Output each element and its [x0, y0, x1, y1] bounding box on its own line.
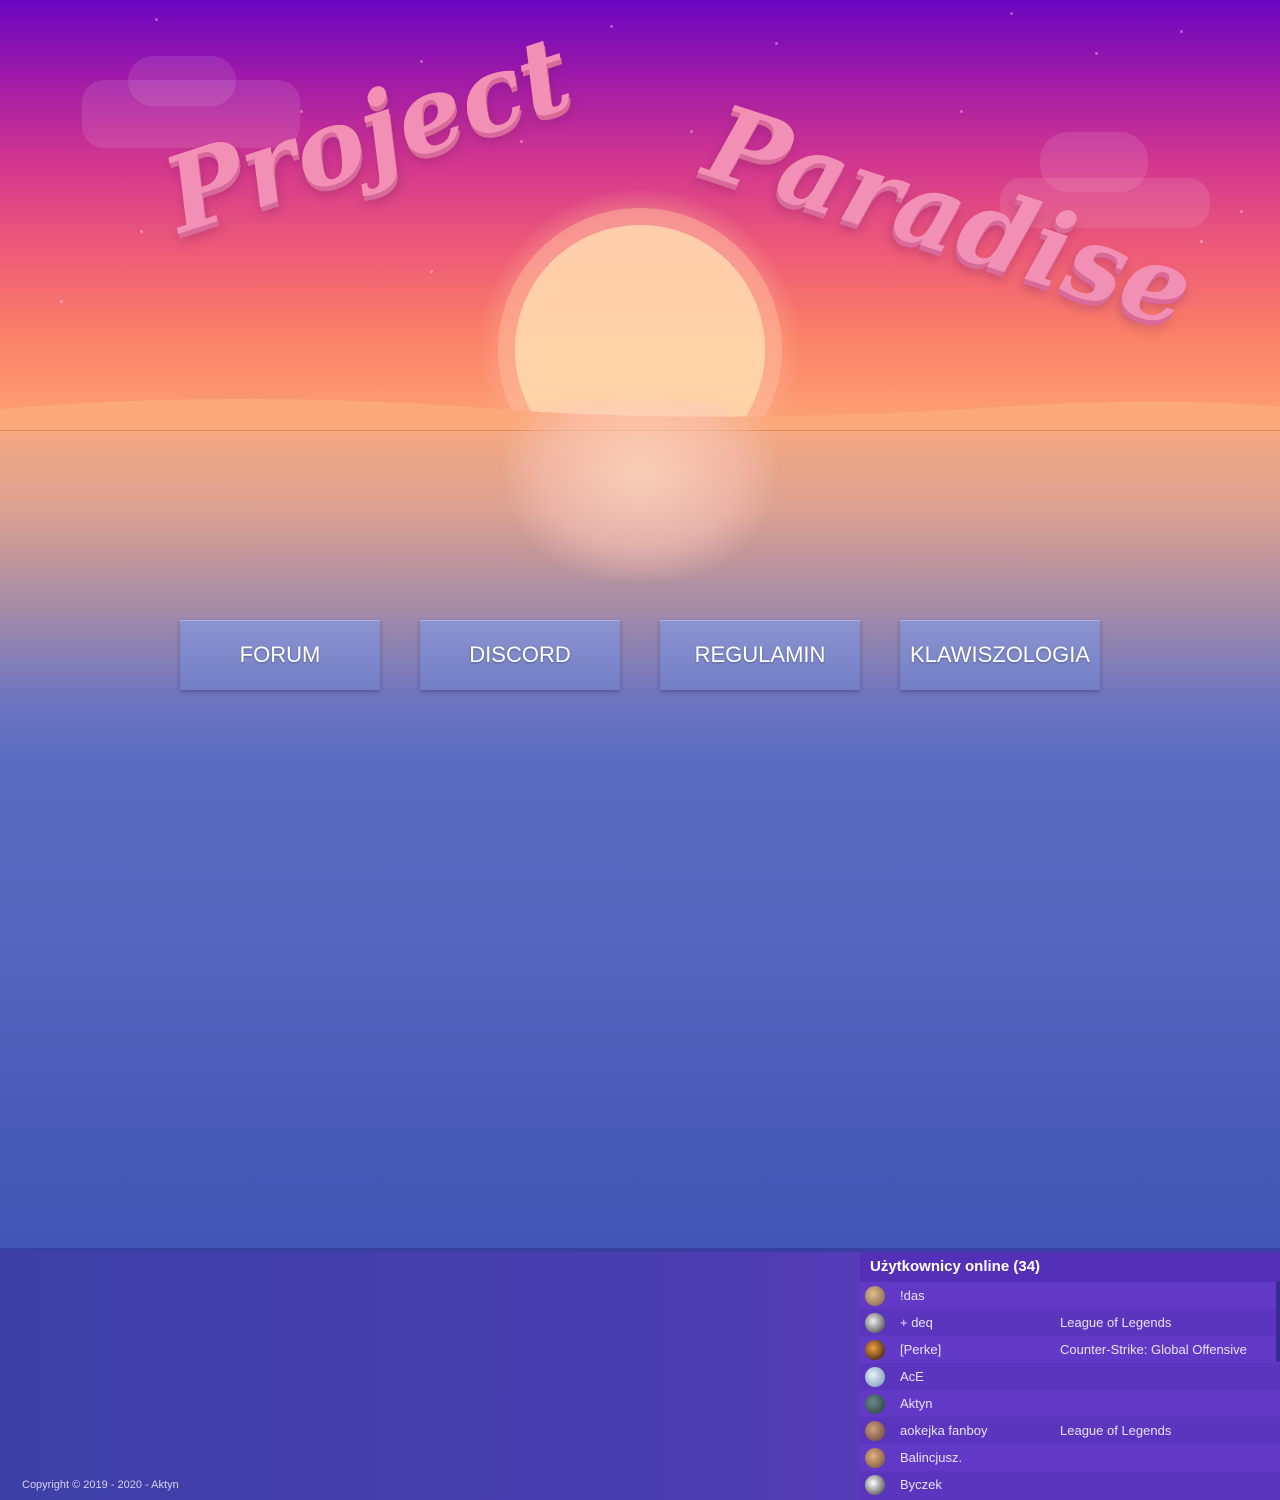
- online-users-title: Użytkownicy online (34): [860, 1252, 1280, 1282]
- hero-banner: Project Paradise: [0, 0, 1280, 432]
- user-game: League of Legends: [1060, 1315, 1172, 1330]
- user-avatar: [865, 1448, 885, 1468]
- online-users-panel: Użytkownicy online (34) !das + deq Leagu…: [860, 1252, 1280, 1500]
- user-avatar: [865, 1340, 885, 1360]
- forum-button[interactable]: FORUM: [180, 620, 380, 690]
- user-row[interactable]: !das: [860, 1282, 1280, 1309]
- discord-button[interactable]: DISCORD: [420, 620, 620, 690]
- user-avatar: [865, 1286, 885, 1306]
- user-game: League of Legends: [1060, 1423, 1172, 1438]
- copyright-text: Copyright © 2019 - 2020 - Aktyn: [22, 1479, 179, 1491]
- cloud-right-top: [1040, 132, 1148, 192]
- user-game: Counter-Strike: Global Offensive: [1060, 1342, 1247, 1357]
- user-row[interactable]: AcE: [860, 1363, 1280, 1390]
- user-name: aokejka fanboy: [900, 1423, 988, 1438]
- user-avatar: [865, 1394, 885, 1414]
- user-name: Aktyn: [900, 1396, 933, 1411]
- user-avatar: [865, 1421, 885, 1441]
- online-list-scrollbar[interactable]: [1276, 1282, 1280, 1362]
- user-name: Byczek: [900, 1477, 942, 1492]
- user-avatar: [865, 1367, 885, 1387]
- user-row[interactable]: Aktyn: [860, 1390, 1280, 1417]
- online-users-list[interactable]: !das + deq League of Legends [Perke] Cou…: [860, 1282, 1280, 1498]
- user-row[interactable]: [Perke] Counter-Strike: Global Offensive: [860, 1336, 1280, 1363]
- user-avatar: [865, 1313, 885, 1333]
- user-row[interactable]: Balincjusz.: [860, 1444, 1280, 1471]
- main-navigation: FORUM DISCORD REGULAMIN KLAWISZOLOGIA: [180, 620, 1100, 690]
- klawiszologia-button[interactable]: KLAWISZOLOGIA: [900, 620, 1100, 690]
- user-name: !das: [900, 1288, 925, 1303]
- user-name: AcE: [900, 1369, 924, 1384]
- user-name: + deq: [900, 1315, 933, 1330]
- user-name: [Perke]: [900, 1342, 942, 1357]
- user-name: Balincjusz.: [900, 1450, 963, 1465]
- user-row[interactable]: Byczek: [860, 1471, 1280, 1498]
- moon-icon: [57, 1306, 141, 1420]
- sun-reflection: [505, 400, 775, 580]
- user-row[interactable]: + deq League of Legends: [860, 1309, 1280, 1336]
- user-avatar: [865, 1475, 885, 1495]
- logo-title-project: Project: [150, 10, 586, 257]
- user-row[interactable]: aokejka fanboy League of Legends: [860, 1417, 1280, 1444]
- cloud-left-top: [128, 56, 236, 106]
- regulamin-button[interactable]: REGULAMIN: [660, 620, 860, 690]
